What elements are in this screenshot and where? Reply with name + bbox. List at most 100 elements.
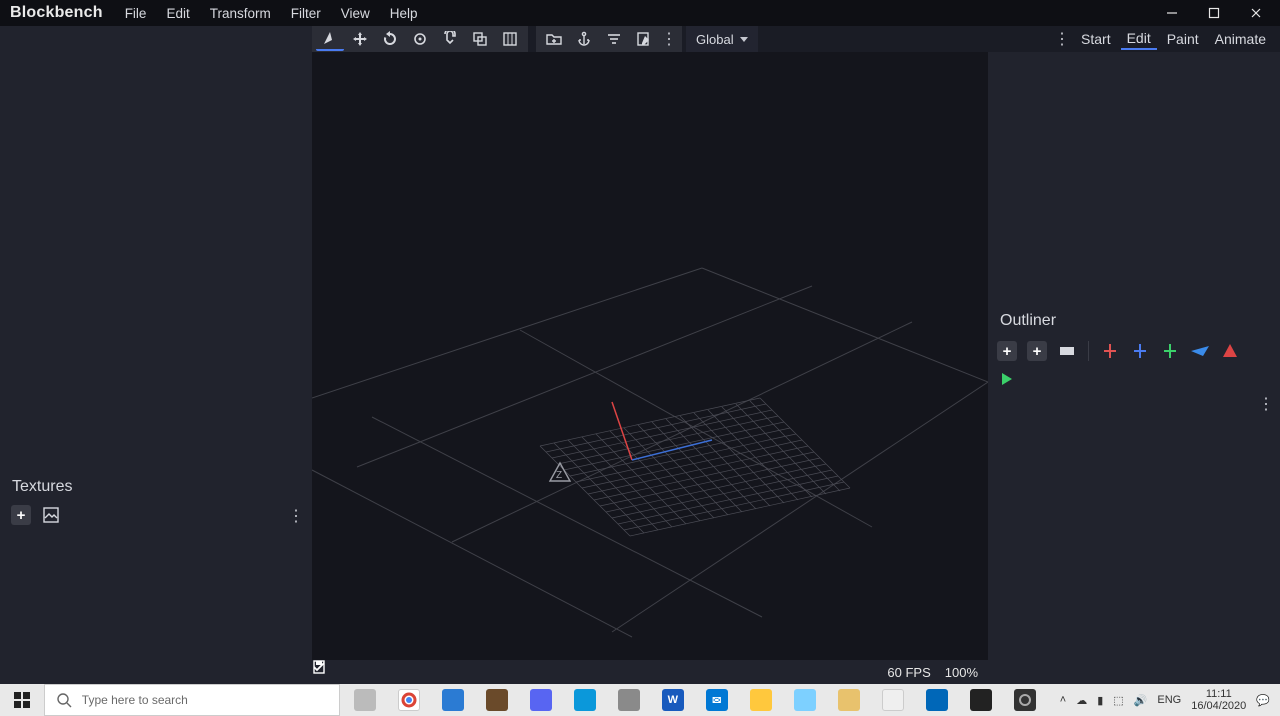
search-placeholder: Type here to search xyxy=(82,693,188,707)
toggle-visibility-icon[interactable] xyxy=(1189,340,1211,362)
plus-box-icon: + xyxy=(1027,341,1047,361)
right-panel: Outliner + + ⋮ xyxy=(988,52,1280,684)
notes-icon[interactable] xyxy=(872,684,914,716)
svg-text:Z: Z xyxy=(556,470,562,481)
transform-space-label: Global xyxy=(696,32,734,47)
toolbar: ⋮ Global ⋮ Start Edit Paint Animate xyxy=(0,26,1280,52)
transform-space-dropdown[interactable]: Global xyxy=(686,26,758,52)
plus-box-icon: + xyxy=(11,505,31,525)
start-button[interactable] xyxy=(0,684,44,716)
mode-animate[interactable]: Animate xyxy=(1209,29,1272,49)
people-icon[interactable] xyxy=(916,684,958,716)
windows-taskbar: Type here to search W ✉ ˄ ☁ ▮ ⬚ 🔊 ENG 11… xyxy=(0,684,1280,716)
3d-viewport[interactable]: Z 60 FPS 100% xyxy=(312,52,988,684)
tray-wifi-icon[interactable]: ⬚ xyxy=(1113,694,1123,707)
minecraft-icon[interactable] xyxy=(476,684,518,716)
mode-tabs: ⋮ Start Edit Paint Animate xyxy=(1053,26,1280,52)
explorer-icon[interactable] xyxy=(740,684,782,716)
create-texture-button[interactable] xyxy=(40,504,62,526)
app-title: Blockbench xyxy=(10,4,103,22)
menu-transform[interactable]: Transform xyxy=(202,4,279,23)
rotate-tool-icon[interactable] xyxy=(376,27,404,51)
textures-more-icon[interactable]: ⋮ xyxy=(288,506,304,526)
paint-icon[interactable] xyxy=(828,684,870,716)
chrome-icon[interactable] xyxy=(388,684,430,716)
outliner-more-icon[interactable]: ⋮ xyxy=(1258,394,1274,414)
minimize-button[interactable] xyxy=(1152,2,1192,24)
toggle-z-icon[interactable] xyxy=(1159,340,1181,362)
toolbar-more-icon[interactable]: ⋮ xyxy=(660,27,678,51)
tray-lang[interactable]: ENG xyxy=(1157,694,1181,706)
anchor-icon[interactable] xyxy=(570,27,598,51)
tray-time: 11:11 xyxy=(1191,688,1246,700)
main-area: Textures + ⋮ xyxy=(0,52,1280,684)
menu-filter[interactable]: Filter xyxy=(283,4,329,23)
edge-icon[interactable] xyxy=(564,684,606,716)
uv-tool-icon[interactable] xyxy=(496,27,524,51)
mixer-icon[interactable] xyxy=(960,684,1002,716)
viewport-statusbar: 60 FPS 100% xyxy=(312,660,988,684)
vertex-snap-tool-icon[interactable] xyxy=(436,27,464,51)
tool-group-file: ⋮ xyxy=(536,26,682,52)
titlebar: Blockbench File Edit Transform Filter Vi… xyxy=(0,0,1280,26)
mode-paint[interactable]: Paint xyxy=(1161,29,1205,49)
mode-edit[interactable]: Edit xyxy=(1121,28,1157,50)
tray-clock[interactable]: 11:11 16/04/2020 xyxy=(1191,688,1246,712)
mode-start[interactable]: Start xyxy=(1075,29,1117,49)
tray-battery-icon[interactable]: ▮ xyxy=(1097,694,1103,707)
tool-group-edit xyxy=(312,26,528,52)
menu-view[interactable]: View xyxy=(333,4,378,23)
textures-tools: + ⋮ xyxy=(0,502,312,528)
taskbar-search[interactable]: Type here to search xyxy=(44,684,340,716)
left-panel: Textures + ⋮ xyxy=(0,52,312,684)
gimp-icon[interactable] xyxy=(608,684,650,716)
tray-cloud-icon[interactable]: ☁ xyxy=(1076,694,1087,707)
mail-icon[interactable]: ✉ xyxy=(696,684,738,716)
status-fps: 60 FPS xyxy=(887,665,930,680)
cortana-icon[interactable] xyxy=(784,684,826,716)
toggle-options-button[interactable] xyxy=(1056,340,1078,362)
tray-volume-icon[interactable]: 🔊 xyxy=(1134,694,1148,707)
discord-icon[interactable] xyxy=(520,684,562,716)
window-controls xyxy=(1152,2,1276,24)
outliner-panel-header: Outliner xyxy=(988,306,1280,336)
play-icon[interactable] xyxy=(996,368,1018,390)
outliner-tools: + + xyxy=(988,336,1280,366)
copy-tool-icon[interactable] xyxy=(466,27,494,51)
close-button[interactable] xyxy=(1236,2,1276,24)
obs-icon[interactable] xyxy=(1004,684,1046,716)
search-icon xyxy=(57,693,72,708)
word-icon[interactable]: W xyxy=(652,684,694,716)
menu-help[interactable]: Help xyxy=(382,4,426,23)
filter-icon[interactable] xyxy=(600,27,628,51)
tray-up-icon[interactable]: ˄ xyxy=(1060,694,1066,706)
edit-icon[interactable] xyxy=(630,27,658,51)
maximize-button[interactable] xyxy=(1194,2,1234,24)
taskbar-apps: W ✉ xyxy=(340,684,1050,716)
modes-more-icon[interactable]: ⋮ xyxy=(1053,27,1071,51)
toggle-y-icon[interactable] xyxy=(1129,340,1151,362)
import-texture-button[interactable]: + xyxy=(10,504,32,526)
main-menu: File Edit Transform Filter View Help xyxy=(117,4,426,23)
menu-edit[interactable]: Edit xyxy=(158,4,197,23)
add-group-button[interactable]: + xyxy=(1026,340,1048,362)
status-zoom: 100% xyxy=(945,665,978,680)
new-folder-icon[interactable] xyxy=(540,27,568,51)
toolbar-left-spacer xyxy=(0,26,312,52)
toggle-x-icon[interactable] xyxy=(1099,340,1121,362)
plus-box-icon: + xyxy=(997,341,1017,361)
menu-file[interactable]: File xyxy=(117,4,155,23)
textures-panel-header: Textures xyxy=(0,472,312,502)
chevron-down-icon xyxy=(740,37,748,42)
add-cube-button[interactable]: + xyxy=(996,340,1018,362)
resize-tool-icon[interactable] xyxy=(346,27,374,51)
system-tray: ˄ ☁ ▮ ⬚ 🔊 ENG 11:11 16/04/2020 💬 xyxy=(1050,684,1280,716)
pivot-tool-icon[interactable] xyxy=(406,27,434,51)
tray-notifications-icon[interactable]: 💬 xyxy=(1256,694,1270,707)
task-view-icon[interactable] xyxy=(344,684,386,716)
outliner-tools-row2: ⋮ xyxy=(988,366,1280,392)
vscode-icon[interactable] xyxy=(432,684,474,716)
move-tool-icon[interactable] xyxy=(316,27,344,51)
divider xyxy=(1088,341,1089,361)
toggle-export-icon[interactable] xyxy=(1219,340,1241,362)
